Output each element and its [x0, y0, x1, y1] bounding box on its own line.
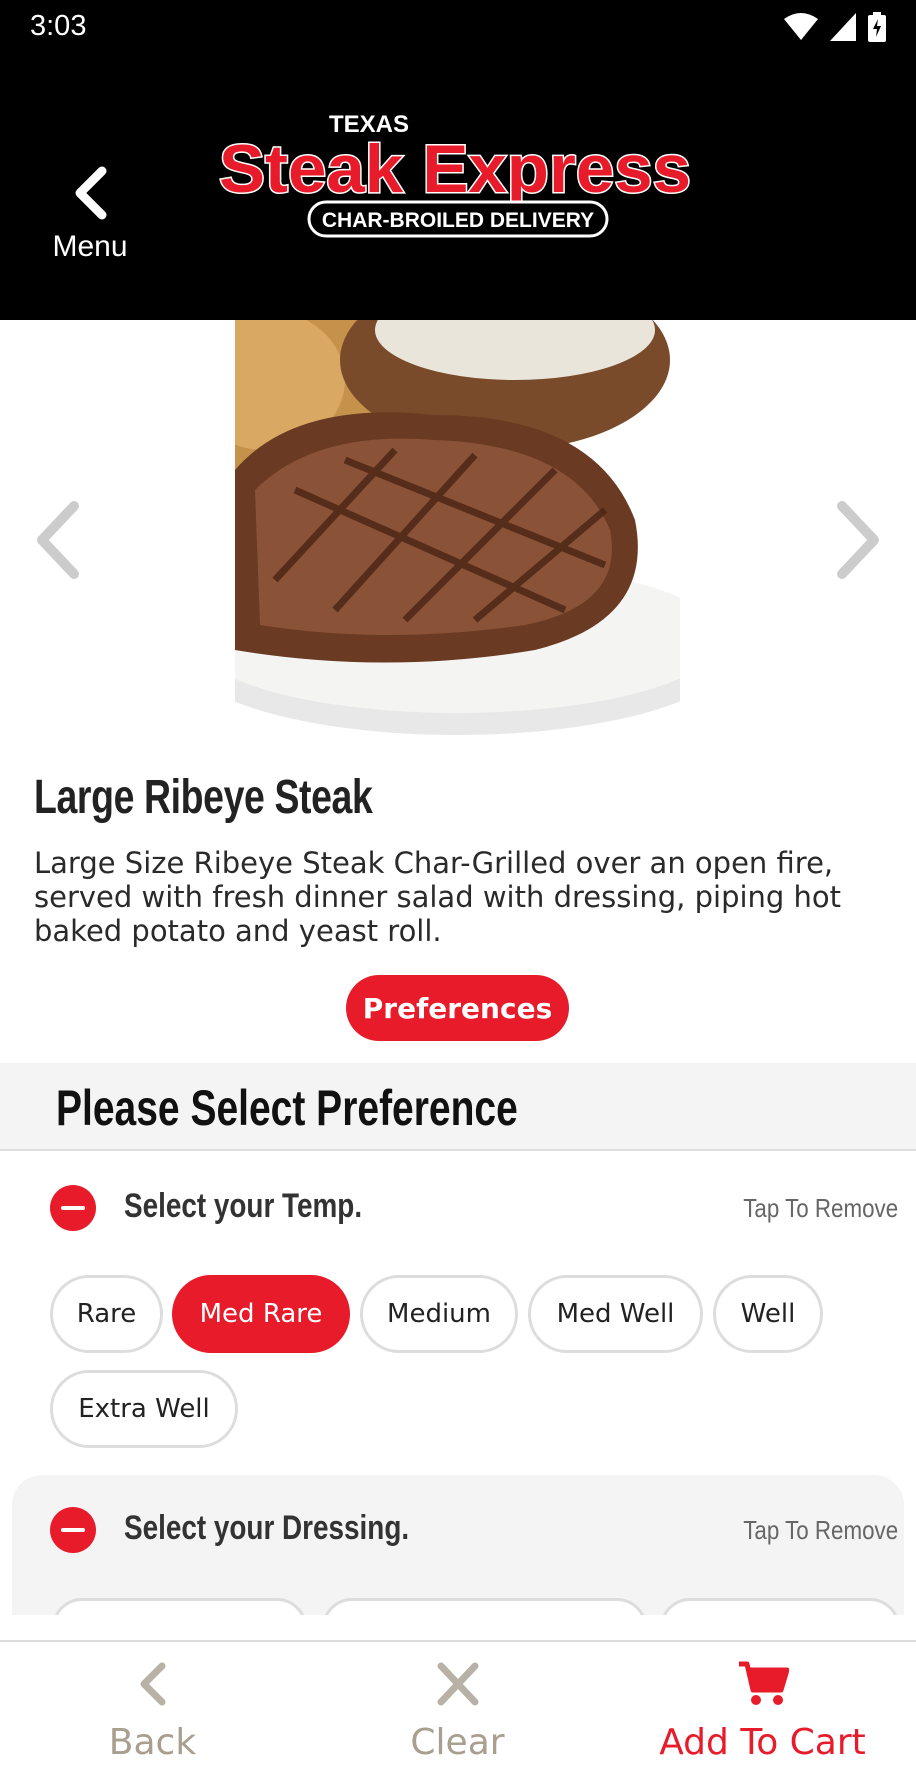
status-time: 3:03: [30, 10, 87, 42]
logo-main-text: Steak Express: [219, 131, 691, 207]
preferences-button[interactable]: Preferences: [346, 975, 569, 1041]
back-to-menu-label: Menu: [52, 230, 128, 263]
carousel-prev-button[interactable]: [34, 500, 84, 580]
logo-sub-text: CHAR-BROILED DELIVERY: [322, 209, 594, 232]
chevron-left-icon: [140, 1662, 165, 1706]
temp-option-med-well[interactable]: Med Well: [528, 1275, 703, 1353]
shopping-cart-icon: [738, 1661, 789, 1705]
temp-group-title: Select your Temp.: [124, 1187, 363, 1225]
temp-option-rare[interactable]: Rare: [50, 1275, 163, 1353]
status-icons: [784, 12, 886, 42]
status-bar: 3:03: [0, 0, 916, 56]
ribeye-steak-photo: [235, 320, 680, 760]
steak-express-logo: TEXAS Steak Express CHAR-BROILED DELIVER…: [218, 111, 693, 238]
back-button[interactable]: Back: [50, 1642, 255, 1776]
temp-option-well[interactable]: Well: [713, 1275, 823, 1353]
preferences-heading: Please Select Preference: [56, 1080, 518, 1136]
temp-group-header: Select your Temp. Tap To Remove: [50, 1183, 898, 1233]
carousel-next-button[interactable]: [832, 500, 882, 580]
back-label: Back: [108, 1722, 197, 1763]
preferences-section-header: Please Select Preference: [0, 1063, 916, 1151]
chevron-left-icon: [75, 166, 107, 220]
item-description: Large Size Ribeye Steak Char-Grilled ove…: [34, 846, 842, 948]
bottom-action-bar: Back Clear Add To Cart: [0, 1640, 916, 1776]
dressing-group-header: Select your Dressing. Tap To Remove: [50, 1505, 898, 1555]
dressing-option-chip[interactable]: [52, 1598, 307, 1615]
temp-option-medium[interactable]: Medium: [360, 1275, 518, 1353]
back-to-menu-button[interactable]: Menu: [40, 80, 140, 263]
dressing-group-title: Select your Dressing.: [124, 1509, 410, 1547]
collapse-minus-icon[interactable]: [50, 1507, 96, 1553]
clear-button[interactable]: Clear: [355, 1642, 560, 1776]
cellular-signal-icon: [830, 13, 856, 41]
item-photo-carousel: [0, 320, 916, 760]
dressing-option-chip[interactable]: [660, 1598, 900, 1615]
temp-tap-to-remove[interactable]: Tap To Remove: [743, 1193, 898, 1224]
temp-option-extra-well[interactable]: Extra Well: [50, 1370, 238, 1448]
close-icon: [437, 1662, 478, 1706]
battery-icon: [868, 12, 886, 42]
item-title: Large Ribeye Steak: [34, 771, 373, 824]
clear-label: Clear: [410, 1722, 505, 1763]
dressing-tap-to-remove[interactable]: Tap To Remove: [743, 1515, 898, 1546]
collapse-minus-icon[interactable]: [50, 1185, 96, 1231]
dressing-option-chip[interactable]: [322, 1598, 647, 1615]
add-to-cart-button[interactable]: Add To Cart: [640, 1642, 885, 1776]
add-to-cart-label: Add To Cart: [659, 1722, 866, 1763]
temp-option-med-rare[interactable]: Med Rare: [172, 1275, 350, 1353]
wifi-icon: [784, 13, 818, 40]
